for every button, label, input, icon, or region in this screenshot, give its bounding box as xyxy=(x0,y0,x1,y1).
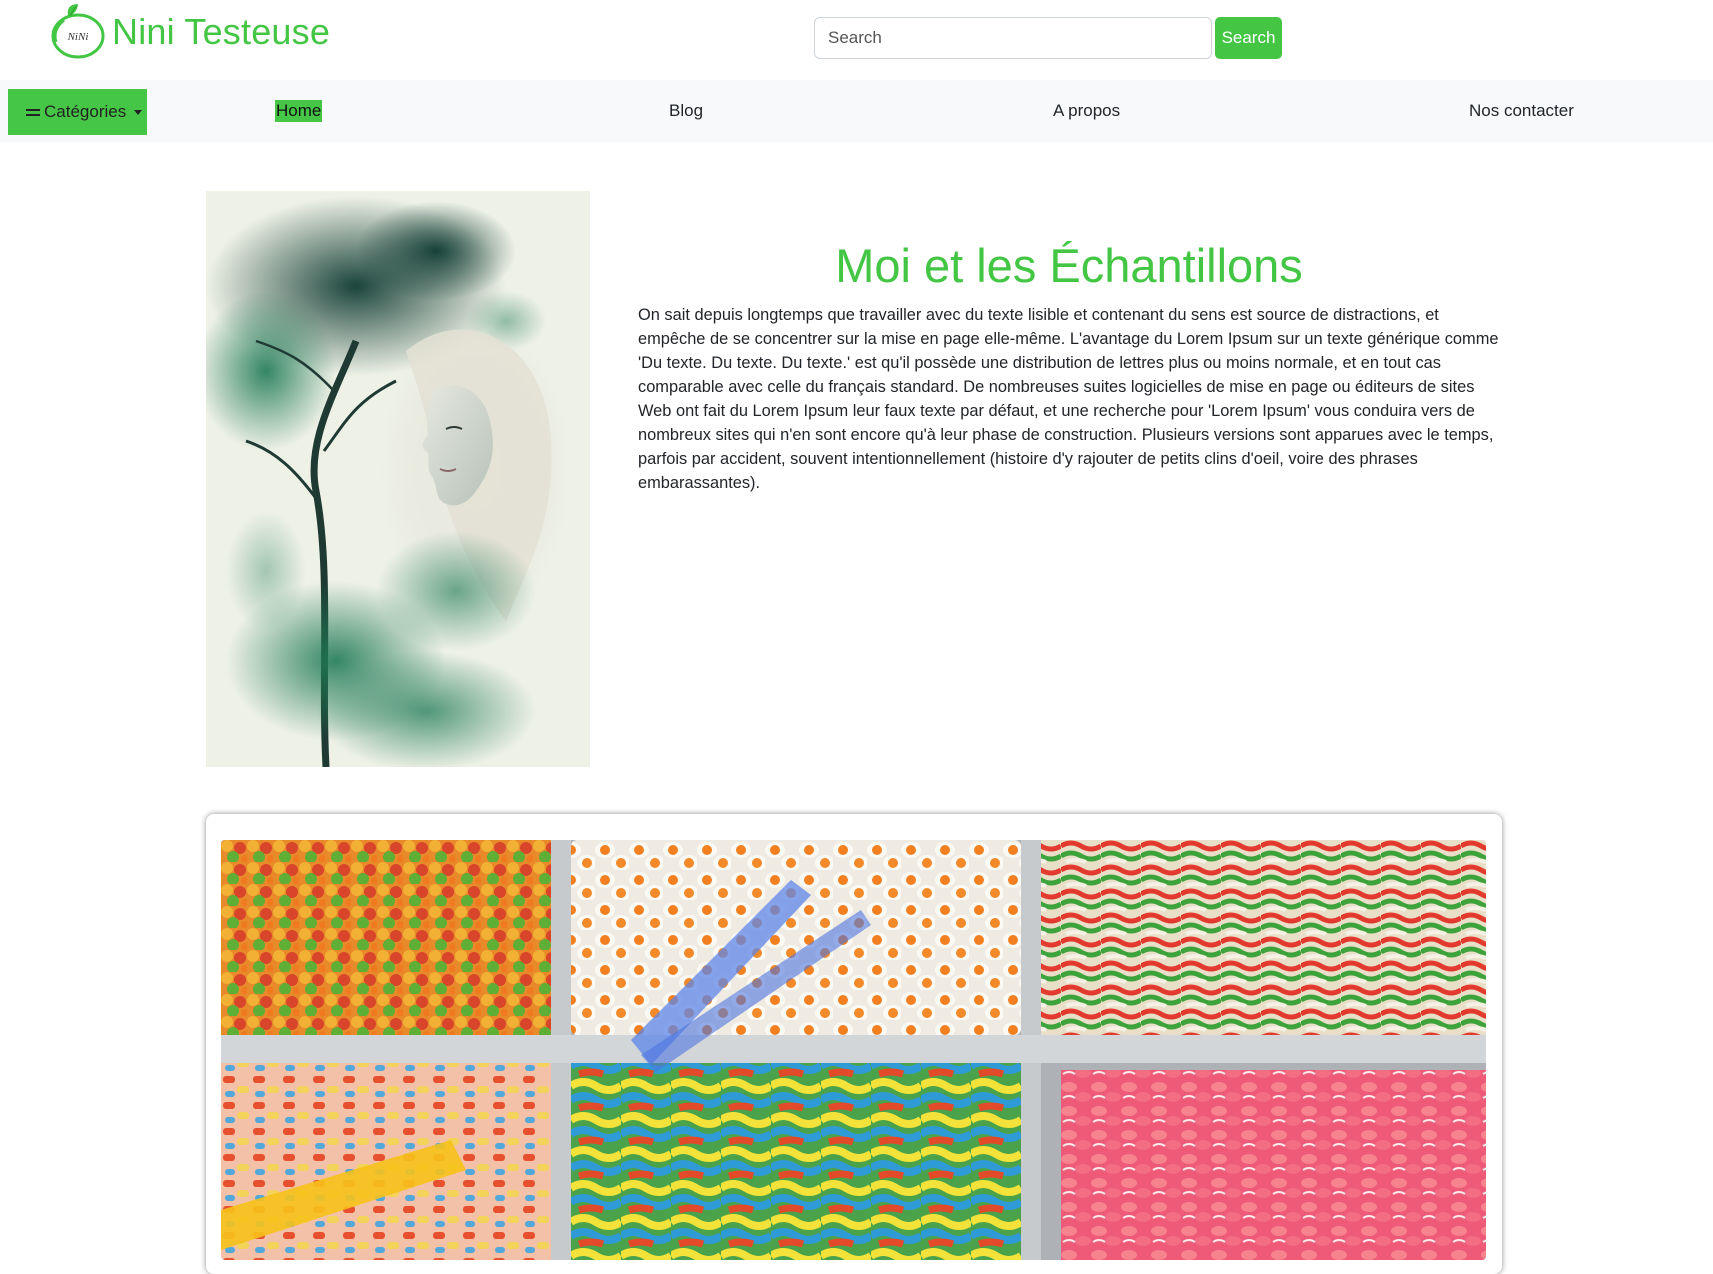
nav-link-contact[interactable]: Nos contacter xyxy=(1469,100,1574,122)
brand-logo-icon: NiNi xyxy=(51,4,105,59)
portrait-image xyxy=(206,191,590,767)
search-button[interactable]: Search xyxy=(1215,17,1282,59)
search-form: Search xyxy=(814,17,1282,59)
nav-link-about[interactable]: A propos xyxy=(1053,100,1120,122)
page-title: Moi et les Échantillons xyxy=(835,239,1303,292)
categories-dropdown-button[interactable]: Catégories xyxy=(8,89,147,135)
brand[interactable]: NiNi Nini Testeuse xyxy=(46,2,330,62)
nav-link-home[interactable]: Home xyxy=(275,100,323,122)
menu-icon xyxy=(26,106,40,119)
site-header: NiNi Nini Testeuse Search xyxy=(0,0,1713,80)
search-input[interactable] xyxy=(814,17,1212,59)
brand-name[interactable]: Nini Testeuse xyxy=(112,2,330,62)
main-nav: Catégories Home Blog A propos Nos contac… xyxy=(0,80,1713,142)
candy-illustration xyxy=(221,840,1486,1260)
nav-link-blog[interactable]: Blog xyxy=(669,100,703,122)
candy-bins-image xyxy=(221,840,1486,1260)
caret-down-icon xyxy=(134,109,143,115)
intro-paragraph: On sait depuis longtemps que travailler … xyxy=(638,306,1499,492)
categories-label: Catégories xyxy=(44,102,127,121)
featured-card xyxy=(206,814,1502,1274)
portrait-illustration xyxy=(206,191,590,767)
logo-text: NiNi xyxy=(67,31,89,43)
